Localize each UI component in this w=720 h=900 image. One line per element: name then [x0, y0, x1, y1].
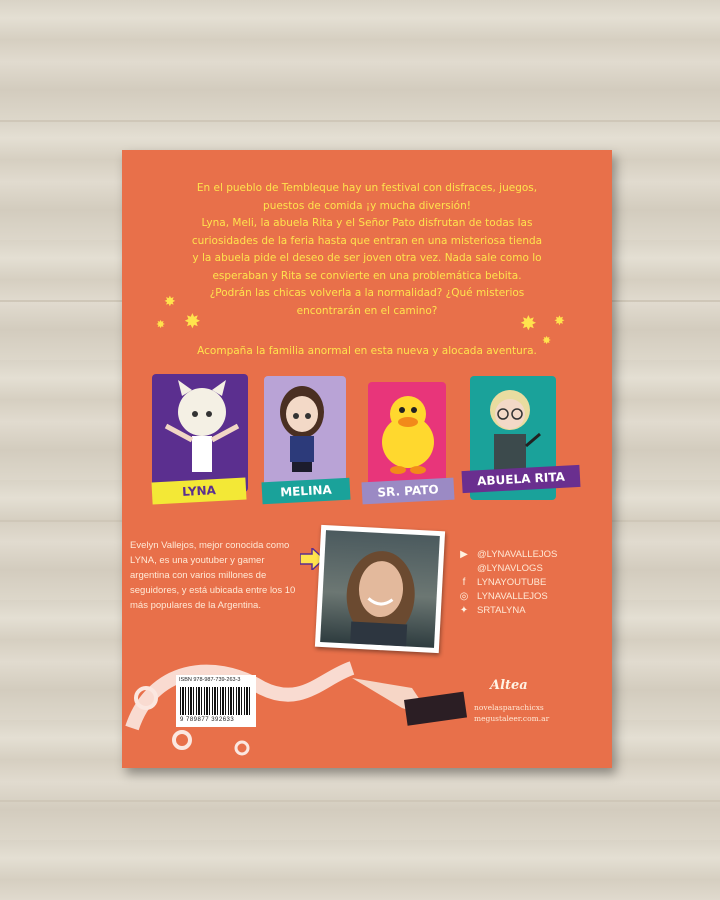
- social-item: ◎ LYNAVALLEJOS: [458, 590, 557, 604]
- social-media-list: ▶ @LYNAVALLEJOS @LYNAVLOGS f LYNAYOUTUBE…: [458, 548, 558, 618]
- synopsis-line: puestos de comida ¡y mucha diversión!: [263, 199, 471, 212]
- publisher-social-handle: novelasparachicxs: [474, 703, 544, 712]
- character-card-lyna: [152, 374, 248, 492]
- character-label-lyna: LYNA: [151, 477, 247, 505]
- barcode: ISBN 978-987-739-263-3 9 789877 392633: [176, 675, 256, 727]
- publisher-website: megustaleer.com.ar: [474, 714, 550, 723]
- character-label-abuela-rita: ABUELA RITA: [461, 464, 581, 494]
- social-item: @LYNAVLOGS: [458, 562, 557, 576]
- duck-illustration: [382, 396, 434, 474]
- social-handle: @LYNAVLOGS: [477, 563, 543, 574]
- table-plank-seam: [0, 120, 720, 122]
- book-back-cover: En el pueblo de Tembleque hay un festiva…: [122, 150, 612, 768]
- lyna-illustration: [164, 380, 240, 472]
- character-label-melina: MELINA: [261, 477, 351, 505]
- social-handle: LYNAYOUTUBE: [477, 577, 547, 588]
- publisher-logo: Altea: [490, 678, 528, 693]
- facebook-icon: f: [462, 577, 466, 588]
- tagline: Acompaña la familia anormal en esta nuev…: [197, 345, 537, 357]
- synopsis-line: esperaban y Rita se convierte en una pro…: [212, 269, 522, 282]
- character-label-sr-pato: SR. PATO: [361, 477, 455, 505]
- synopsis-line: curiosidades de la feria hasta que entra…: [191, 234, 543, 247]
- star-icon: ✸: [156, 319, 166, 331]
- synopsis: En el pueblo de Tembleque hay un festiva…: [162, 180, 572, 320]
- star-icon: ✸: [184, 311, 201, 333]
- social-handle: @LYNAVALLEJOS: [477, 549, 558, 560]
- publisher-web: novelasparachicxs megustaleer.com.ar: [474, 702, 549, 724]
- author-bio: Evelyn Vallejos, mejor conocida como LYN…: [130, 540, 296, 611]
- twitter-icon: ✦: [459, 605, 469, 616]
- melina-illustration: [280, 386, 324, 472]
- synopsis-line: ¿Podrán las chicas volverla a la normali…: [209, 287, 525, 299]
- synopsis-line: encontrarán en el camino?: [296, 304, 438, 317]
- author-photo: [314, 524, 446, 654]
- table-plank-seam: [0, 800, 720, 802]
- synopsis-line: En el pueblo de Tembleque hay un festiva…: [196, 182, 538, 194]
- social-item: ▶ @LYNAVALLEJOS: [458, 548, 557, 562]
- barcode-number: 9 789877 392633: [180, 717, 235, 723]
- character-card-melina: [264, 376, 346, 494]
- isbn-text: ISBN 978-987-739-263-3: [179, 677, 241, 683]
- character-card-sr-pato: [368, 382, 446, 488]
- social-item: f LYNAYOUTUBE: [458, 576, 557, 590]
- synopsis-line: Lyna, Meli, la abuela Rita y el Señor Pa…: [201, 217, 533, 229]
- star-icon: ✸: [554, 313, 565, 328]
- instagram-icon: ◎: [459, 591, 469, 602]
- star-icon: ✸: [520, 313, 537, 335]
- social-handle: SRTALYNA: [477, 605, 526, 616]
- star-icon: ✸: [164, 293, 176, 309]
- social-handle: LYNAVALLEJOS: [477, 591, 548, 602]
- barcode-bars: [180, 687, 252, 715]
- synopsis-line: y la abuela pide el deseo de ser joven o…: [192, 252, 542, 264]
- youtube-icon: ▶: [460, 549, 468, 560]
- social-item: ✦ SRTALYNA: [458, 604, 557, 618]
- author-portrait: [346, 551, 415, 647]
